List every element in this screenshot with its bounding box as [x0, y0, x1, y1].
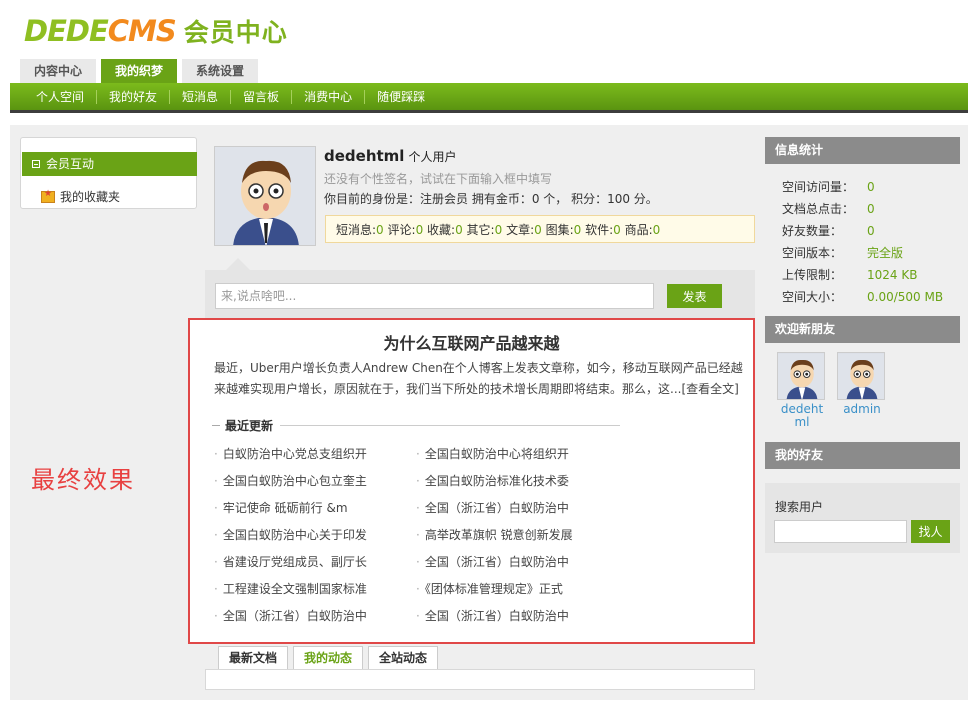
nav-my-friends[interactable]: 我的好友: [97, 89, 171, 104]
list-item[interactable]: 牢记使命 砥砺前行 &m: [214, 499, 416, 517]
overlay-label: 最终效果: [31, 466, 135, 494]
sidebar-section-member-interaction[interactable]: 会员互动: [22, 152, 197, 176]
nav-browse[interactable]: 随便踩踩: [365, 90, 437, 104]
list-item[interactable]: 全国（浙江省）白蚁防治中: [214, 607, 416, 625]
friend-name[interactable]: admin: [837, 403, 887, 416]
info-stats-heading: 信息统计: [765, 137, 960, 164]
activity-panel: [205, 669, 755, 690]
welcome-heading: 欢迎新朋友: [765, 316, 960, 343]
nav-consumption[interactable]: 消费中心: [292, 89, 366, 104]
identity-info: 你目前的身份是：注册会员 拥有金币：0 个， 积分：100 分。: [324, 192, 658, 206]
list-item[interactable]: 白蚁防治中心党总支组织开: [214, 445, 416, 463]
nav-bar: 个人空间 我的好友 短消息 留言板 消费中心 随便踩踩: [10, 83, 968, 113]
tab-my-dream[interactable]: 我的织梦: [101, 59, 178, 83]
collapse-icon: [32, 159, 40, 168]
list-item[interactable]: 工程建设全文强制国家标准: [214, 580, 416, 598]
list-item[interactable]: 全国白蚁防治中心将组织开: [416, 445, 618, 463]
stats-bar: 短消息:0 评论:0 收藏:0 其它:0 文章:0 图集:0 软件:0 商品:0: [325, 215, 755, 243]
top-tabs: 内容中心 我的织梦 系统设置: [20, 59, 263, 83]
signature: 还没有个性签名，试试在下面输入框中填写: [324, 172, 553, 186]
recent-updates-heading: 最近更新: [212, 417, 620, 433]
tab-site-activity[interactable]: 全站动态: [368, 646, 439, 670]
list-item[interactable]: 高举改革旗帜 锐意创新发展: [416, 526, 618, 544]
article-title[interactable]: 为什么互联网产品越来越: [190, 330, 753, 354]
friend-card[interactable]: dedehtml: [777, 352, 827, 429]
avatar[interactable]: [214, 146, 316, 246]
activity-tabs: 最新文档 我的动态 全站动态: [218, 646, 443, 670]
sidebar-item-label: 我的收藏夹: [60, 190, 121, 204]
folder-star-icon: [41, 189, 55, 203]
info-row: 好友数量： 0: [782, 224, 875, 238]
username: dedehtml 个人用户: [324, 147, 457, 165]
nav-messages[interactable]: 短消息: [170, 89, 232, 104]
info-row: 上传限制： 1024 KB: [782, 268, 918, 282]
search-label: 搜索用户: [775, 500, 824, 514]
list-item[interactable]: 全国（浙江省）白蚁防治中: [416, 499, 618, 517]
info-row: 空间访问量： 0: [782, 180, 875, 194]
list-item[interactable]: 省建设厅党组成员、副厅长: [214, 553, 416, 571]
user-search-input[interactable]: [774, 520, 907, 543]
read-more-link[interactable]: [查看全文]: [681, 382, 738, 396]
info-row: 空间大小： 0.00/500 MB: [782, 290, 944, 304]
left-sidebar: 会员互动 我的收藏夹: [20, 137, 197, 209]
find-user-button[interactable]: 找人: [911, 520, 950, 543]
info-stats: 空间访问量： 0 文档总点击： 0 好友数量： 0 空间版本： 完全版 上传限制： 102…: [782, 176, 943, 308]
user-type: 个人用户: [408, 150, 457, 164]
new-friends: dedehtml admin: [777, 352, 897, 429]
article-summary: 最近，Uber用户增长负责人Andrew Chen在个人博客上发表文章称，如今，…: [214, 361, 743, 396]
tab-my-activity[interactable]: 我的动态: [293, 646, 364, 670]
nav-guestbook[interactable]: 留言板: [231, 89, 293, 104]
tab-system-settings[interactable]: 系统设置: [182, 59, 259, 83]
list-item[interactable]: 全国白蚁防治标准化技术委: [416, 472, 618, 490]
logo-subtitle: 会员中心: [183, 18, 288, 47]
post-arrow: [226, 258, 250, 270]
tab-latest-docs[interactable]: 最新文档: [218, 646, 289, 670]
my-friends-heading: 我的好友: [765, 442, 960, 469]
avatar[interactable]: [837, 352, 885, 400]
avatar[interactable]: [777, 352, 825, 400]
logo[interactable]: DEDECMS 会员中心: [24, 14, 288, 48]
logo-brand: DEDECMS: [24, 14, 177, 48]
tab-content-center[interactable]: 内容中心: [20, 59, 97, 83]
list-item[interactable]: 全国白蚁防治中心关于印发: [214, 526, 416, 544]
list-item[interactable]: 全国（浙江省）白蚁防治中: [416, 607, 618, 625]
article-panel: 为什么互联网产品越来越 最近，Uber用户增长负责人Andrew Chen在个人…: [188, 318, 755, 644]
friend-name[interactable]: dedehtml: [777, 403, 827, 429]
nav-personal-space[interactable]: 个人空间: [24, 89, 98, 104]
post-button[interactable]: 发表: [667, 284, 722, 308]
info-row: 空间版本： 完全版: [782, 246, 904, 260]
list-item[interactable]: 《团体标准管理规定》正式: [416, 580, 618, 598]
sidebar-item-favorites[interactable]: 我的收藏夹: [41, 188, 120, 205]
list-item[interactable]: 全国白蚁防治中心包立奎主: [214, 472, 416, 490]
info-row: 文档总点击： 0: [782, 202, 875, 216]
recent-list: 白蚁防治中心党总支组织开 全国白蚁防治中心将组织开 全国白蚁防治中心包立奎主 全…: [214, 445, 624, 625]
post-input[interactable]: [215, 283, 654, 309]
list-item[interactable]: 全国（浙江省）白蚁防治中: [416, 553, 618, 571]
friend-card[interactable]: admin: [837, 352, 887, 429]
